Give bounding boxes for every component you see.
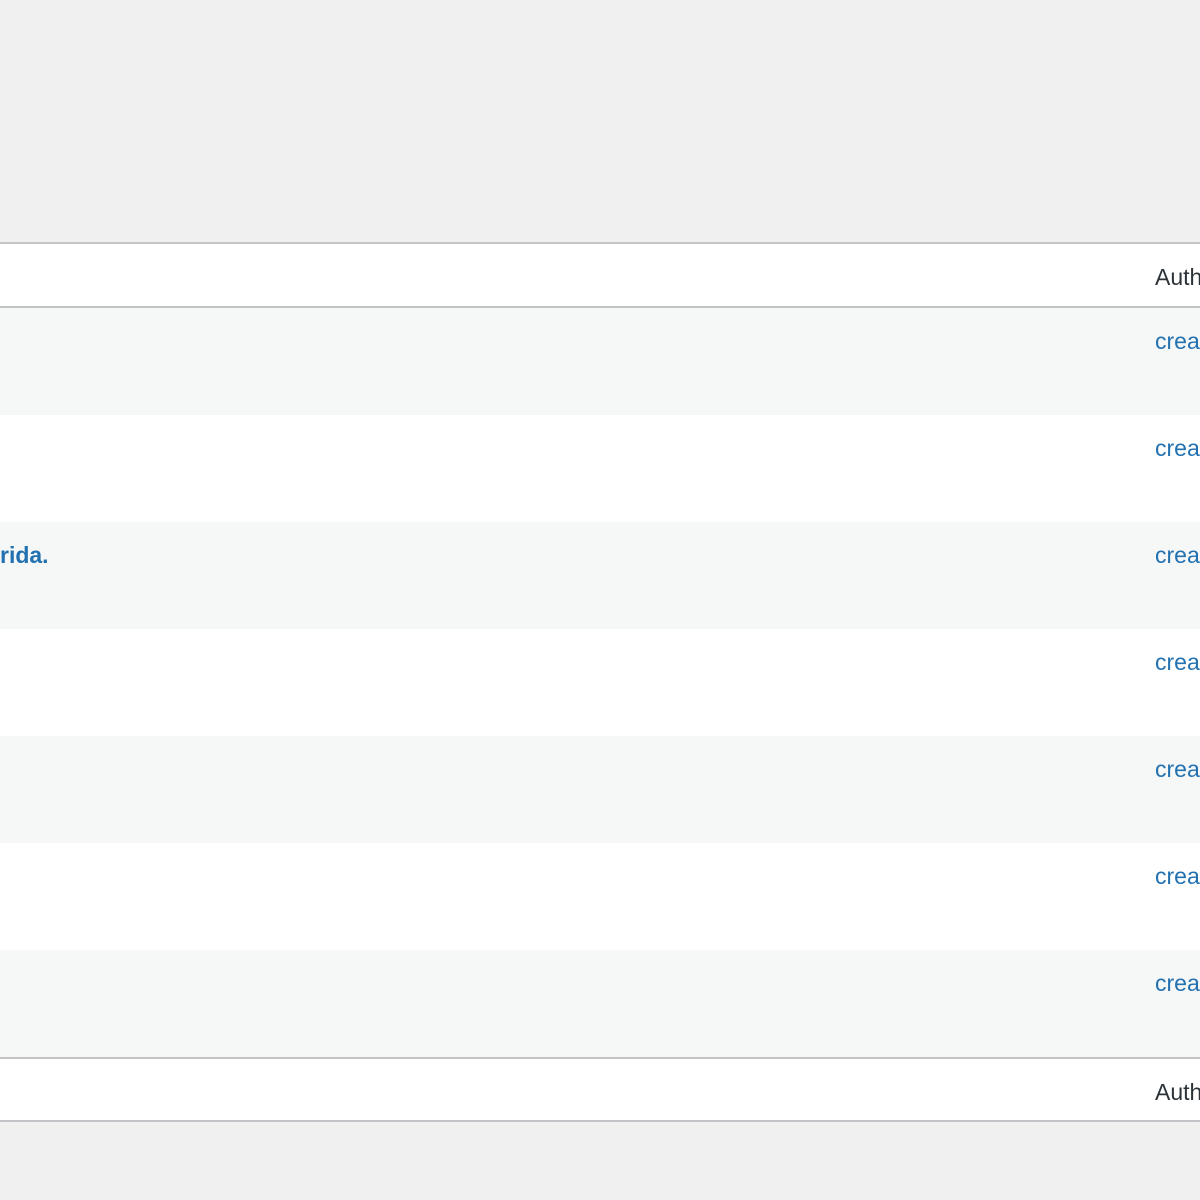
author-link[interactable]: creator [1155,649,1200,676]
author-link[interactable]: creator [1155,970,1200,997]
table-row: creator [0,736,1200,843]
author-link[interactable]: creator [1155,542,1200,569]
author-link[interactable]: creator [1155,863,1200,890]
table-row: creator [0,950,1200,1057]
author-column-header[interactable]: Author [1155,264,1200,291]
author-link[interactable]: creator [1155,328,1200,355]
posts-list-page: Author creator creator rida. creator cre… [0,0,1200,1200]
author-link[interactable]: creator [1155,435,1200,462]
table-row: creator [0,843,1200,950]
table-row: creator [0,415,1200,522]
table-row: rida. creator [0,522,1200,629]
table-footer: Author [0,1057,1200,1120]
table-row: creator [0,629,1200,736]
author-link[interactable]: creator [1155,756,1200,783]
table-row: creator [0,308,1200,415]
post-title-link[interactable]: rida. [0,542,49,569]
posts-table: Author creator creator rida. creator cre… [0,242,1200,1122]
table-header: Author [0,244,1200,308]
author-column-footer[interactable]: Author [1155,1079,1200,1106]
